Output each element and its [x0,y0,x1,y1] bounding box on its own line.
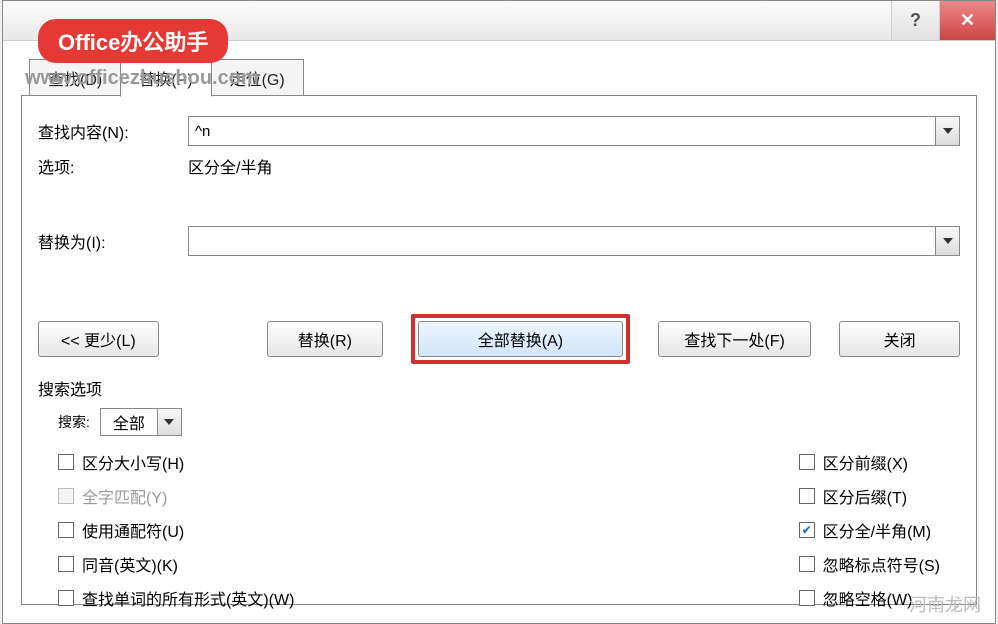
search-direction-label: 搜索: [58,412,90,432]
search-direction-value: 全部 [101,410,157,434]
checkbox-label: 忽略标点符号(S) [823,552,940,576]
checkbox-icon [799,488,815,504]
find-dropdown-arrow[interactable] [935,117,959,145]
checkbox-icon [58,590,74,606]
checkbox-label: 查找单词的所有形式(英文)(W) [82,586,294,610]
options-row: 选项: 区分全/半角 [38,154,960,178]
checkbox-icon [799,454,815,470]
checkbox-icon [58,488,74,504]
options-value: 区分全/半角 [188,154,272,178]
replace-dropdown-arrow[interactable] [935,227,959,255]
checkbox-match-width[interactable]: ✔ 区分全/半角(M) [799,518,940,542]
watermark-footer: 河南龙网 [909,591,981,617]
checkbox-label: 区分全/半角(M) [823,518,931,542]
options-label: 选项: [38,154,188,178]
help-button[interactable]: ? [891,1,939,40]
highlight-replaceall: 全部替换(A) [411,314,630,364]
close-button[interactable]: 关闭 [839,321,960,357]
checkbox-label: 同音(英文)(K) [82,552,178,576]
search-direction-row: 搜索: 全部 [58,408,960,436]
options-col-right: 区分前缀(X) 区分后缀(T) ✔ 区分全/半角(M) 忽略标点符号(S) 忽略… [799,450,940,610]
checkbox-label: 区分前缀(X) [823,450,908,474]
button-row: << 更少(L) 替换(R) 全部替换(A) 查找下一处(F) 关闭 [38,314,960,364]
replace-input-combo[interactable] [188,226,960,256]
replace-label: 替换为(I): [38,229,188,253]
search-direction-select[interactable]: 全部 [100,408,182,436]
checkbox-label: 忽略空格(W) [823,586,913,610]
checkbox-sounds-like[interactable]: 同音(英文)(K) [58,552,294,576]
checkbox-ignore-punct[interactable]: 忽略标点符号(S) [799,552,940,576]
checkbox-icon [799,590,815,606]
watermark-badge: Office办公助手 [38,19,228,63]
checkbox-icon [58,522,74,538]
checkbox-word-forms[interactable]: 查找单词的所有形式(英文)(W) [58,586,294,610]
checkbox-icon [799,556,815,572]
dialog-panel: 查找内容(N): 选项: 区分全/半角 替换为(I): << 更少(L) 替换(… [21,95,977,605]
find-next-button[interactable]: 查找下一处(F) [658,321,811,357]
find-input-combo[interactable] [188,116,960,146]
less-button[interactable]: << 更少(L) [38,321,159,357]
replace-all-button[interactable]: 全部替换(A) [418,321,623,357]
checkbox-label: 区分大小写(H) [82,450,184,474]
replace-row: 替换为(I): [38,226,960,256]
checkbox-label: 区分后缀(T) [823,484,907,508]
checkbox-icon: ✔ [799,522,815,538]
watermark-url: www.officezhushou.com [25,67,259,90]
checkbox-label: 使用通配符(U) [82,518,184,542]
find-input[interactable] [189,117,935,145]
options-col-left: 区分大小写(H) 全字匹配(Y) 使用通配符(U) 同音(英文)(K) 查找单词… [58,450,294,610]
checkbox-match-case[interactable]: 区分大小写(H) [58,450,294,474]
window-close-button[interactable]: ✕ [939,1,995,40]
replace-button[interactable]: 替换(R) [267,321,383,357]
checkbox-wildcards[interactable]: 使用通配符(U) [58,518,294,542]
checkbox-whole-word: 全字匹配(Y) [58,484,294,508]
checkbox-label: 全字匹配(Y) [82,484,167,508]
find-replace-dialog: ? ✕ Office办公助手 www.officezhushou.com 查找(… [2,0,996,624]
find-label: 查找内容(N): [38,119,188,143]
find-row: 查找内容(N): [38,116,960,146]
checkbox-icon [58,454,74,470]
search-direction-arrow[interactable] [157,409,181,435]
checkbox-match-prefix[interactable]: 区分前缀(X) [799,450,940,474]
options-grid: 区分大小写(H) 全字匹配(Y) 使用通配符(U) 同音(英文)(K) 查找单词… [58,450,940,610]
replace-input[interactable] [189,227,935,255]
checkbox-match-suffix[interactable]: 区分后缀(T) [799,484,940,508]
checkbox-icon [58,556,74,572]
search-options-group-label: 搜索选项 [38,376,960,400]
